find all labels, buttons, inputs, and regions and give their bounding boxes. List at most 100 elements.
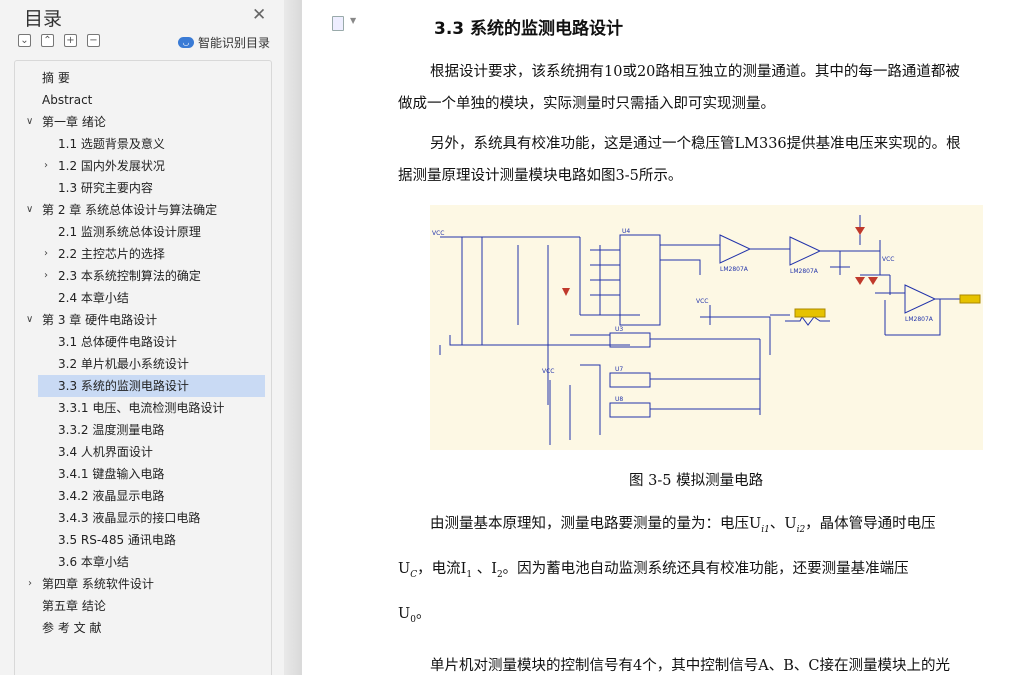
- para6-line1: 单片机对测量模块的控制信号有4个，其中控制信号A、B、C接在测量模块上的光: [430, 658, 950, 674]
- toc-item-abstract-cn[interactable]: 摘 要: [42, 67, 70, 89]
- para3-line3: U0。: [398, 597, 1002, 637]
- toc-item-chapter4[interactable]: › 第四章 系统软件设计: [26, 573, 154, 595]
- para4-text-d: 。因为蓄电池自动监测系统还具有校准功能，还要测量基准端压: [502, 560, 909, 577]
- chevron-down-icon[interactable]: ∨: [26, 111, 36, 133]
- toc-item-label: 第 3 章 硬件电路设计: [42, 313, 158, 327]
- chevron-down-icon[interactable]: ▼: [350, 16, 356, 25]
- cloud-icon: ◡: [178, 37, 194, 48]
- toc-item-3-2[interactable]: 3.2 单片机最小系统设计: [58, 353, 189, 375]
- toc-item-chapter2[interactable]: ∨ 第 2 章 系统总体设计与算法确定: [26, 199, 217, 221]
- toc-item-2-4[interactable]: 2.4 本章小结: [58, 287, 129, 309]
- svg-text:U4: U4: [622, 228, 630, 235]
- toc-panel: 目录 ✕ ⌄ ⌃ + − ◡ 智能识别目录 摘 要 Abstract ∨ 第一章 …: [0, 0, 284, 675]
- para3-line1: 由测量基本原理知，测量电路要测量的量为：电压Ui1、Ui2，晶体管导通时电压: [398, 507, 1002, 547]
- toc-item-chapter3[interactable]: ∨ 第 3 章 硬件电路设计: [26, 309, 157, 331]
- chevron-down-icon[interactable]: ∨: [26, 309, 36, 331]
- svg-text:VCC: VCC: [542, 368, 554, 375]
- circuit-figure: VCC U4 LM2807A LM2807A LM2807A U3 U7 U8 …: [430, 205, 983, 450]
- subscript-i1: i1: [761, 524, 770, 535]
- smart-toc-button[interactable]: ◡ 智能识别目录: [178, 34, 270, 51]
- toc-item-label: Abstract: [42, 93, 93, 107]
- toc-item-2-2[interactable]: › 2.2 主控芯片的选择: [42, 243, 165, 265]
- paragraph-1: 根据设计要求，该系统拥有10或20路相互独立的测量通道。其中的每一路通道都被 做…: [398, 56, 1002, 120]
- para5-text-a: U: [398, 605, 411, 622]
- toc-item-label: 1.3 研究主要内容: [58, 181, 153, 195]
- toc-item-label: 3.3 系统的监测电路设计: [58, 379, 189, 393]
- svg-text:LM2807A: LM2807A: [720, 266, 749, 273]
- figure-caption: 图 3-5 模拟测量电路: [629, 473, 764, 489]
- chevron-right-icon[interactable]: ›: [28, 573, 38, 595]
- toc-item-abstract[interactable]: Abstract: [42, 89, 92, 111]
- svg-text:VCC: VCC: [432, 230, 444, 237]
- close-icon[interactable]: ✕: [252, 5, 266, 25]
- paragraph-2: 另外，系统具有校准功能，这是通过一个稳压管LM336提供基准电压来实现的。根 据…: [398, 128, 1002, 192]
- chevron-down-icon[interactable]: ∨: [26, 199, 36, 221]
- toc-item-label: 3.4.3 液晶显示的接口电路: [58, 511, 201, 525]
- toc-controls: ⌄ ⌃ + −: [18, 34, 100, 47]
- toc-item-3-4[interactable]: 3.4 人机界面设计: [58, 441, 153, 463]
- chevron-right-icon[interactable]: ›: [44, 243, 54, 265]
- add-item-icon[interactable]: +: [64, 34, 77, 47]
- toc-item-label: 3.4.1 键盘输入电路: [58, 467, 165, 481]
- toc-item-label: 2.2 主控芯片的选择: [58, 247, 165, 261]
- toc-item-chapter1[interactable]: ∨ 第一章 绪论: [26, 111, 106, 133]
- toc-item-3-3-2[interactable]: 3.3.2 温度测量电路: [58, 419, 164, 441]
- toc-item-2-1[interactable]: 2.1 监测系统总体设计原理: [58, 221, 201, 243]
- toc-item-3-6[interactable]: 3.6 本章小结: [58, 551, 129, 573]
- toc-item-3-4-3[interactable]: 3.4.3 液晶显示的接口电路: [58, 507, 200, 529]
- subscript-i2: i2: [796, 524, 806, 535]
- toc-item-1-2[interactable]: › 1.2 国内外发展状况: [42, 155, 165, 177]
- svg-text:LM2807A: LM2807A: [790, 268, 819, 275]
- para3-text-c: ，晶体管导通时电压: [805, 516, 936, 532]
- toc-item-2-3[interactable]: › 2.3 本系统控制算法的确定: [42, 265, 201, 287]
- svg-text:U3: U3: [615, 326, 623, 333]
- page-icon[interactable]: [332, 16, 344, 31]
- toc-item-label: 3.1 总体硬件电路设计: [58, 335, 177, 349]
- para2-line1: 另外，系统具有校准功能，这是通过一个稳压管LM336提供基准电压来实现的。根: [430, 136, 961, 152]
- chevron-right-icon[interactable]: ›: [44, 265, 54, 287]
- toc-item-3-3-active[interactable]: 3.3 系统的监测电路设计: [38, 375, 265, 397]
- para1-line1: 根据设计要求，该系统拥有10或20路相互独立的测量通道。其中的每一路通道都被: [430, 64, 960, 80]
- toc-item-1-1[interactable]: 1.1 选题背景及意义: [58, 133, 165, 155]
- svg-text:U8: U8: [615, 396, 623, 403]
- svg-text:VCC: VCC: [882, 256, 894, 263]
- toc-item-label: 第四章 系统软件设计: [42, 577, 154, 591]
- remove-item-icon[interactable]: −: [87, 34, 100, 47]
- toc-item-3-1[interactable]: 3.1 总体硬件电路设计: [58, 331, 177, 353]
- expand-all-icon[interactable]: ⌃: [41, 34, 54, 47]
- smart-toc-label: 智能识别目录: [198, 36, 271, 50]
- toc-item-label: 3.4.2 液晶显示电路: [58, 489, 165, 503]
- toc-item-label: 3.6 本章小结: [58, 555, 129, 569]
- toc-item-label: 3.5 RS-485 通讯电路: [58, 533, 176, 547]
- toc-item-label: 3.2 单片机最小系统设计: [58, 357, 189, 371]
- para3-text-b: 、U: [769, 516, 797, 532]
- toc-item-3-3-1[interactable]: 3.3.1 电压、电流检测电路设计: [58, 397, 224, 419]
- para3-text-a: 由测量基本原理知，测量电路要测量的量为：电压U: [430, 516, 762, 532]
- toc-item-label: 参 考 文 献: [42, 621, 102, 635]
- toc-item-chapter5[interactable]: 第五章 结论: [42, 595, 106, 617]
- document-page: ▼ 3.3 系统的监测电路设计 根据设计要求，该系统拥有10或20路相互独立的测…: [302, 0, 1014, 675]
- toc-item-label: 3.3.1 电压、电流检测电路设计: [58, 401, 225, 415]
- toc-item-label: 3.4 人机界面设计: [58, 445, 153, 459]
- para4-text-b: ，电流I: [417, 560, 467, 577]
- para1-line2: 做成一个单独的模块，实际测量时只需插入即可实现测量。: [398, 96, 775, 112]
- paragraph-4: 单片机对测量模块的控制信号有4个，其中控制信号A、B、C接在测量模块上的光: [398, 650, 1002, 675]
- collapse-all-icon[interactable]: ⌄: [18, 34, 31, 47]
- toc-item-references[interactable]: 参 考 文 献: [42, 617, 101, 639]
- toc-item-label: 第五章 结论: [42, 599, 106, 613]
- toc-item-label: 第 2 章 系统总体设计与算法确定: [42, 203, 218, 217]
- toc-item-3-4-2[interactable]: 3.4.2 液晶显示电路: [58, 485, 164, 507]
- toc-list: 摘 要 Abstract ∨ 第一章 绪论 1.1 选题背景及意义 › 1.2 国内…: [14, 60, 272, 675]
- svg-text:LM2807A: LM2807A: [905, 316, 934, 323]
- circuit-diagram: VCC U4 LM2807A LM2807A LM2807A U3 U7 U8 …: [432, 215, 981, 445]
- para4-text-c: 、I: [472, 560, 497, 577]
- toc-item-3-4-1[interactable]: 3.4.1 键盘输入电路: [58, 463, 164, 485]
- svg-text:VCC: VCC: [696, 298, 708, 305]
- toc-item-label: 2.4 本章小结: [58, 291, 129, 305]
- svg-text:U7: U7: [615, 366, 623, 373]
- chevron-right-icon[interactable]: ›: [44, 155, 54, 177]
- panel-divider[interactable]: [284, 0, 302, 675]
- toc-item-3-5[interactable]: 3.5 RS-485 通讯电路: [58, 529, 176, 551]
- toc-item-1-3[interactable]: 1.3 研究主要内容: [58, 177, 153, 199]
- para3-line2: UC，电流I1 、I2。因为蓄电池自动监测系统还具有校准功能，还要测量基准端压: [398, 547, 1002, 597]
